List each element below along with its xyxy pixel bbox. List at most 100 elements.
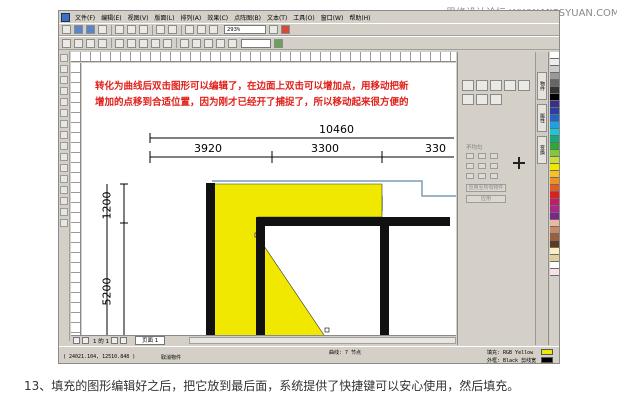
docker-checkbox[interactable] (490, 153, 498, 159)
eyedropper-tool-icon[interactable] (60, 186, 68, 194)
rectangle-tool-icon[interactable] (60, 120, 68, 128)
print-icon[interactable] (98, 25, 107, 34)
palette-swatch[interactable] (550, 59, 559, 66)
open-file-icon[interactable] (74, 25, 83, 34)
palette-swatch[interactable] (550, 129, 559, 136)
drawing-canvas[interactable]: 转化为曲线后双击图形可以编辑了，在边面上双击可以增加点，用移动把新 增加的点移到… (82, 63, 456, 335)
scallop-icon[interactable] (476, 80, 488, 91)
undo-icon[interactable] (156, 25, 165, 34)
launcher-icon[interactable] (209, 25, 218, 34)
menu-file[interactable]: 文件(F) (72, 13, 98, 22)
docker-checkbox[interactable] (478, 173, 486, 179)
palette-swatch[interactable] (550, 255, 559, 262)
ellipse-tool-icon[interactable] (60, 131, 68, 139)
docker-checkbox[interactable] (466, 153, 474, 159)
chamfer-icon[interactable] (490, 80, 502, 91)
vertical-ruler[interactable] (71, 63, 81, 339)
palette-swatch[interactable] (550, 185, 559, 192)
polygon-tool-icon[interactable] (60, 142, 68, 150)
palette-swatch[interactable] (550, 199, 559, 206)
palette-swatch[interactable] (550, 241, 559, 248)
size-icon[interactable] (476, 94, 488, 105)
docker-checkbox[interactable] (478, 153, 486, 159)
redo-icon[interactable] (168, 25, 177, 34)
pick-tool-icon[interactable] (60, 54, 68, 62)
interactive-fill-tool-icon[interactable] (60, 219, 68, 227)
menu-layout[interactable]: 版面(L) (151, 13, 177, 22)
join-nodes-icon[interactable] (86, 38, 95, 48)
palette-swatch[interactable] (550, 178, 559, 185)
node-delete-icon[interactable] (74, 38, 83, 48)
menu-bitmaps[interactable]: 点阵图(B) (231, 13, 264, 22)
menu-effects[interactable]: 效果(C) (204, 13, 231, 22)
palette-swatch[interactable] (550, 73, 559, 80)
shape-tool-icon[interactable] (60, 65, 68, 73)
menu-window[interactable]: 窗口(W) (318, 13, 347, 22)
rotate-nodes-icon[interactable] (216, 38, 225, 48)
palette-swatch[interactable] (550, 80, 559, 87)
palette-swatch[interactable] (550, 101, 559, 108)
palette-swatch[interactable] (550, 108, 559, 115)
zoom-level-select[interactable]: 293% (224, 25, 266, 34)
palette-swatch[interactable] (550, 157, 559, 164)
cut-icon[interactable] (115, 25, 124, 34)
outline-color-swatch[interactable] (541, 357, 553, 363)
palette-swatch[interactable] (550, 234, 559, 241)
docker-tab[interactable]: 属性 (537, 104, 547, 132)
yellow-fill-shape[interactable] (209, 183, 383, 335)
menu-arrange[interactable]: 排列(A) (177, 13, 204, 22)
menu-tools[interactable]: 工具(O) (290, 13, 317, 22)
palette-swatch[interactable] (550, 227, 559, 234)
palette-swatch[interactable] (550, 262, 559, 269)
auto-close-icon[interactable] (274, 38, 283, 48)
text-tool-icon[interactable] (60, 164, 68, 172)
menu-help[interactable]: 帮助(H) (346, 13, 373, 22)
palette-swatch[interactable] (550, 192, 559, 199)
docker-checkbox[interactable] (466, 163, 474, 169)
basic-shapes-tool-icon[interactable] (60, 153, 68, 161)
docker-tab[interactable]: 物件 (537, 72, 547, 100)
docker-tab[interactable]: 变换 (537, 136, 547, 164)
docker-checkbox[interactable] (490, 173, 498, 179)
palette-swatch[interactable] (550, 269, 559, 276)
zoom-tool-icon[interactable] (60, 87, 68, 95)
to-curve-icon[interactable] (127, 38, 136, 48)
docker-checkbox[interactable] (490, 163, 498, 169)
fillet-icon[interactable] (462, 80, 474, 91)
stretch-nodes-icon[interactable] (204, 38, 213, 48)
export-icon[interactable] (197, 25, 206, 34)
palette-swatch[interactable] (550, 122, 559, 129)
curve-node-handle[interactable] (324, 327, 330, 333)
extend-curve-icon[interactable] (192, 38, 201, 48)
palette-swatch[interactable] (550, 115, 559, 122)
palette-swatch[interactable] (550, 150, 559, 157)
copy-icon[interactable] (127, 25, 136, 34)
new-file-icon[interactable] (62, 25, 71, 34)
reverse-direction-icon[interactable] (180, 38, 189, 48)
menu-edit[interactable]: 编辑(E) (98, 13, 124, 22)
palette-swatch[interactable] (550, 220, 559, 227)
palette-swatch[interactable] (550, 248, 559, 255)
application-launcher-icon[interactable] (281, 25, 290, 34)
freehand-tool-icon[interactable] (60, 98, 68, 106)
to-line-icon[interactable] (115, 38, 124, 48)
palette-swatch[interactable] (550, 171, 559, 178)
paste-icon[interactable] (139, 25, 148, 34)
zoom-dropdown-icon[interactable] (269, 25, 278, 34)
page-tab[interactable]: 页面 1 (135, 336, 166, 345)
palette-swatch[interactable] (550, 66, 559, 73)
skew-icon[interactable] (490, 94, 502, 105)
interactive-blend-tool-icon[interactable] (60, 175, 68, 183)
position-icon[interactable] (504, 80, 516, 91)
node-add-icon[interactable] (62, 38, 71, 48)
apply-button[interactable]: 应用 (466, 195, 506, 203)
palette-swatch[interactable] (550, 164, 559, 171)
next-page-icon[interactable] (111, 337, 118, 344)
scale-icon[interactable] (462, 94, 474, 105)
horizontal-ruler[interactable] (71, 52, 456, 62)
outline-tool-icon[interactable] (60, 197, 68, 205)
first-page-icon[interactable] (73, 337, 80, 344)
align-nodes-icon[interactable] (228, 38, 237, 48)
palette-swatch[interactable] (550, 206, 559, 213)
save-icon[interactable] (86, 25, 95, 34)
